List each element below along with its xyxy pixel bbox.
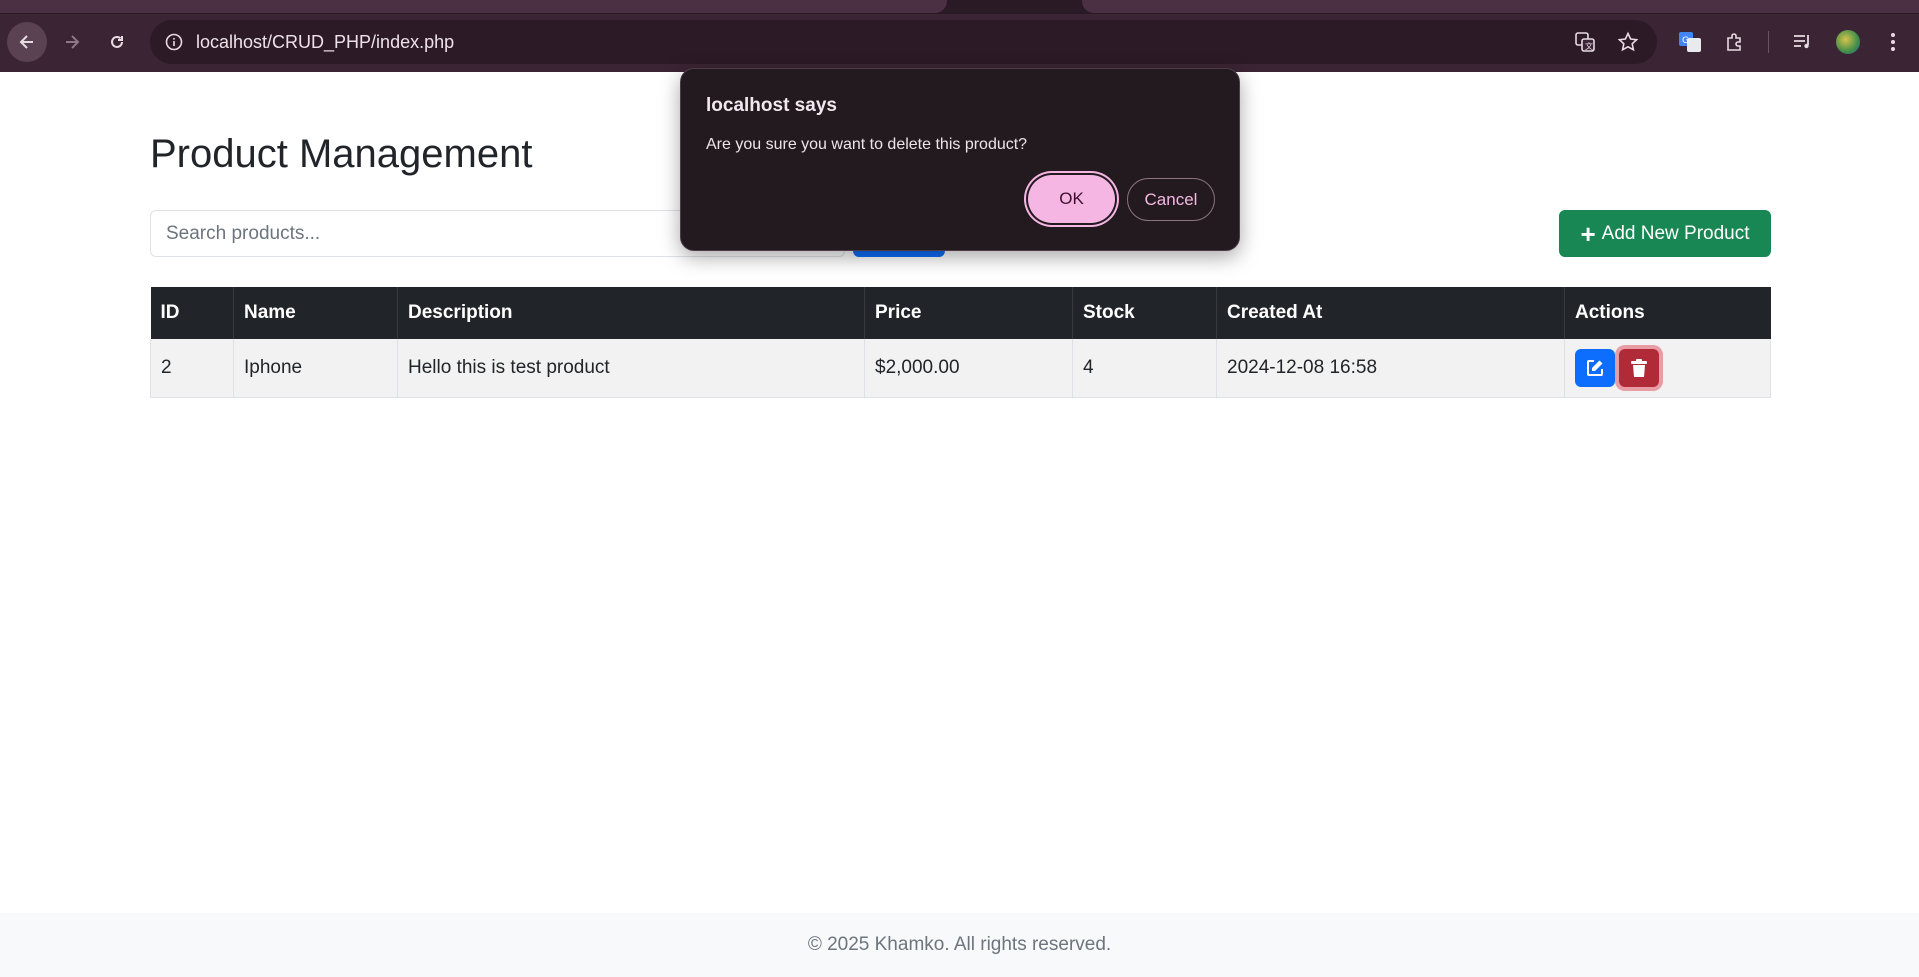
cell-stock: 4 bbox=[1072, 339, 1217, 398]
table-header-row: ID Name Description Price Stock Created … bbox=[150, 287, 1771, 339]
address-bar[interactable]: localhost/CRUD_PHP/index.php 文 bbox=[150, 20, 1657, 64]
tab[interactable] bbox=[1082, 0, 1919, 13]
site-info-icon[interactable] bbox=[164, 32, 184, 52]
translate-icon[interactable]: 文 bbox=[1573, 30, 1597, 54]
profile-avatar[interactable] bbox=[1836, 30, 1860, 54]
confirm-dialog: localhost says Are you sure you want to … bbox=[680, 68, 1240, 251]
delete-button[interactable] bbox=[1619, 348, 1659, 387]
tab-strip bbox=[0, 0, 1919, 14]
column-header-created-at: Created At bbox=[1216, 287, 1565, 339]
cancel-button[interactable]: Cancel bbox=[1127, 178, 1215, 221]
cell-name: Iphone bbox=[233, 339, 398, 398]
more-menu-icon[interactable] bbox=[1880, 29, 1906, 55]
cell-actions bbox=[1564, 339, 1771, 398]
svg-text:G: G bbox=[1682, 36, 1689, 46]
table-row: 2 Iphone Hello this is test product $2,0… bbox=[150, 339, 1771, 398]
column-header-name: Name bbox=[233, 287, 398, 339]
add-product-label: Add New Product bbox=[1601, 222, 1750, 244]
column-header-description: Description bbox=[397, 287, 865, 339]
plus-icon: + bbox=[1580, 218, 1596, 249]
column-header-id: ID bbox=[150, 287, 234, 339]
tab[interactable] bbox=[0, 0, 947, 13]
arrow-right-icon bbox=[66, 35, 80, 49]
cell-description: Hello this is test product bbox=[397, 339, 865, 398]
media-control-icon[interactable] bbox=[1789, 29, 1815, 55]
url-text[interactable]: localhost/CRUD_PHP/index.php bbox=[196, 32, 454, 53]
trash-icon bbox=[1631, 358, 1647, 377]
cell-id: 2 bbox=[150, 339, 234, 398]
google-translate-extension-icon[interactable]: G bbox=[1677, 29, 1703, 55]
products-table: ID Name Description Price Stock Created … bbox=[150, 287, 1771, 398]
svg-text:文: 文 bbox=[1585, 41, 1593, 51]
footer: © 2025 Khamko. All rights reserved. bbox=[0, 913, 1919, 977]
forward-button[interactable] bbox=[52, 22, 92, 62]
ok-button[interactable]: OK bbox=[1028, 175, 1115, 223]
browser-toolbar: localhost/CRUD_PHP/index.php 文 G bbox=[0, 0, 1919, 72]
column-header-stock: Stock bbox=[1072, 287, 1217, 339]
reload-button[interactable] bbox=[97, 22, 137, 62]
edit-icon bbox=[1587, 359, 1603, 376]
bookmark-star-icon[interactable] bbox=[1616, 30, 1640, 54]
arrow-left-icon bbox=[19, 35, 33, 49]
column-header-actions: Actions bbox=[1564, 287, 1771, 339]
back-button[interactable] bbox=[7, 22, 47, 62]
footer-text: © 2025 Khamko. All rights reserved. bbox=[807, 934, 1112, 955]
dialog-title: localhost says bbox=[706, 95, 837, 116]
cell-created-at: 2024-12-08 16:58 bbox=[1216, 339, 1565, 398]
edit-button[interactable] bbox=[1575, 348, 1615, 387]
column-header-price: Price bbox=[864, 287, 1073, 339]
add-product-button[interactable]: + Add New Product bbox=[1559, 210, 1771, 257]
reload-icon bbox=[111, 35, 123, 48]
page-title: Product Management bbox=[150, 132, 533, 176]
cell-price: $2,000.00 bbox=[864, 339, 1073, 398]
extensions-icon[interactable] bbox=[1722, 29, 1748, 55]
dialog-message: Are you sure you want to delete this pro… bbox=[706, 136, 1028, 153]
toolbar-divider bbox=[1768, 31, 1769, 53]
